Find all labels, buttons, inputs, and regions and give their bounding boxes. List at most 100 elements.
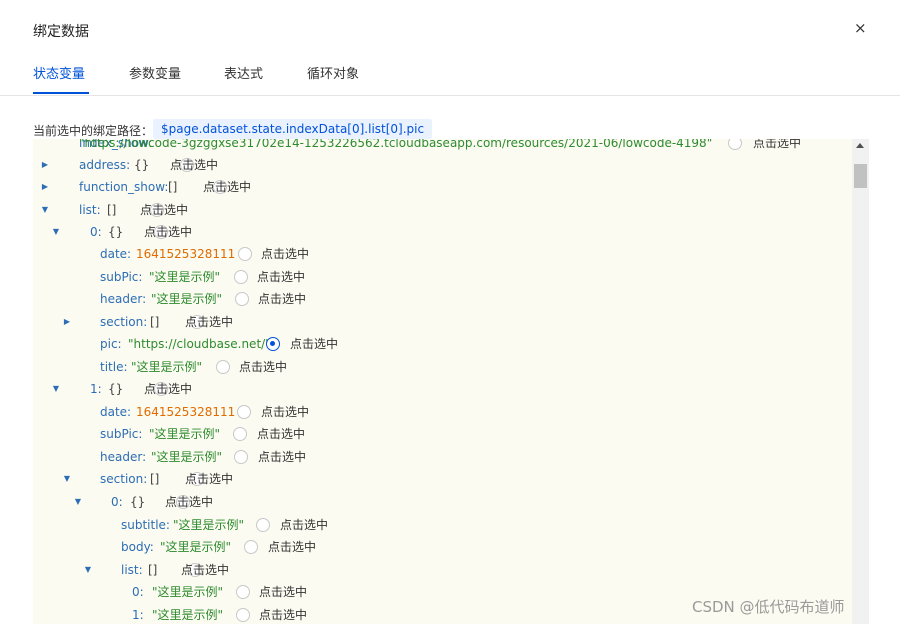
select-node-link[interactable]: 点击选中 bbox=[181, 560, 229, 580]
tree-node: subPic: "这里是示例" 点击选中 bbox=[33, 424, 852, 444]
tree-node: subPic: "这里是示例" 点击选中 bbox=[33, 267, 852, 287]
tab-state-variables[interactable]: 状态变量 bbox=[33, 63, 85, 82]
radio-icon[interactable] bbox=[233, 427, 247, 441]
select-node-link[interactable]: 点击选中 bbox=[239, 357, 287, 377]
active-tab-indicator bbox=[33, 92, 89, 94]
tree-node-value: {} bbox=[108, 225, 124, 239]
tree-node-key: list: bbox=[121, 563, 143, 577]
tree-node-key: title: bbox=[100, 360, 128, 374]
tree-node-value: [] bbox=[150, 472, 160, 486]
select-node-link[interactable]: 点击选中 bbox=[144, 222, 192, 242]
bind-data-dialog: 绑定数据 × 状态变量 参数变量 表达式 循环对象 当前选中的绑定路径： $pa… bbox=[0, 0, 900, 624]
tree-node: title: "这里是示例" 点击选中 bbox=[33, 357, 852, 377]
radio-icon[interactable] bbox=[234, 270, 248, 284]
close-icon[interactable]: × bbox=[854, 20, 867, 36]
tree-node-value: "这里是示例" bbox=[151, 450, 223, 464]
tree-node: ▶ address:{} 点击选中 bbox=[33, 155, 852, 175]
tree-node-value: "这里是示例" bbox=[149, 427, 221, 441]
tree-node-key: 1: bbox=[132, 608, 144, 622]
radio-icon[interactable] bbox=[234, 450, 248, 464]
tree-node-key: 0: bbox=[111, 495, 123, 509]
select-node-link[interactable]: 点击选中 bbox=[203, 177, 251, 197]
select-node-link[interactable]: 点击选中 bbox=[259, 605, 307, 624]
select-node-link[interactable]: 点击选中 bbox=[258, 447, 306, 467]
select-node-link[interactable]: 点击选中 bbox=[261, 402, 309, 422]
select-node-link[interactable]: 点击选中 bbox=[165, 492, 213, 512]
state-tree: index_show: "https://lowcode-3gzggxse3170… bbox=[33, 139, 852, 624]
select-node-link[interactable]: 点击选中 bbox=[268, 537, 316, 557]
tree-node: header: "这里是示例" 点击选中 bbox=[33, 447, 852, 467]
tree-node-value: "https://cloudbase.net/" bbox=[128, 337, 271, 351]
tree-node-key: body: bbox=[121, 540, 154, 554]
tree-node-value: [] bbox=[148, 563, 158, 577]
radio-icon[interactable] bbox=[238, 247, 252, 261]
tab-loop-object[interactable]: 循环对象 bbox=[307, 63, 359, 82]
tree-node-value: "这里是示例" bbox=[152, 608, 224, 622]
select-node-link[interactable]: 点击选中 bbox=[258, 289, 306, 309]
tree-node-key: section: bbox=[100, 315, 148, 329]
tab-bar: 状态变量 参数变量 表达式 循环对象 bbox=[0, 60, 900, 96]
tree-node-key: subPic: bbox=[100, 270, 143, 284]
tree-node: date: 1641525328111 点击选中 bbox=[33, 244, 852, 264]
scrollbar-thumb[interactable] bbox=[854, 164, 867, 188]
caret-down-icon[interactable]: ▼ bbox=[62, 469, 72, 489]
tab-expression[interactable]: 表达式 bbox=[224, 63, 263, 82]
radio-icon[interactable] bbox=[728, 139, 742, 150]
tree-node-key: 1: bbox=[90, 382, 102, 396]
vertical-scrollbar[interactable] bbox=[852, 139, 869, 624]
tree-node-value: "这里是示例" bbox=[173, 518, 245, 532]
caret-right-icon[interactable]: ▶ bbox=[62, 312, 72, 332]
tree-node-key: date: bbox=[100, 405, 132, 419]
radio-selected-icon[interactable] bbox=[266, 337, 280, 351]
tree-node: ▼ section:[] 点击选中 bbox=[33, 469, 852, 489]
watermark: CSDN @低代码布道师 bbox=[692, 598, 845, 616]
radio-icon[interactable] bbox=[236, 608, 250, 622]
radio-icon[interactable] bbox=[237, 405, 251, 419]
select-node-link[interactable]: 点击选中 bbox=[290, 334, 338, 354]
caret-down-icon[interactable]: ▼ bbox=[51, 222, 61, 242]
tab-param-variables[interactable]: 参数变量 bbox=[129, 63, 181, 82]
radio-icon[interactable] bbox=[256, 518, 270, 532]
select-node-link[interactable]: 点击选中 bbox=[140, 200, 188, 220]
tree-node-value: "https://lowcode-3gzggxse31702e14-125322… bbox=[79, 139, 713, 150]
tree-node: ▼ 0: {} 点击选中 bbox=[33, 492, 852, 512]
tree-node: header: "这里是示例" 点击选中 bbox=[33, 289, 852, 309]
select-node-link[interactable]: 点击选中 bbox=[144, 379, 192, 399]
tree-node-value: [] bbox=[150, 315, 160, 329]
tree-node-key: address: bbox=[79, 158, 131, 172]
radio-icon[interactable] bbox=[235, 292, 249, 306]
caret-down-icon[interactable]: ▼ bbox=[73, 492, 83, 512]
scroll-up-arrow-icon[interactable] bbox=[856, 143, 864, 148]
select-node-link[interactable]: 点击选中 bbox=[185, 312, 233, 332]
select-node-link[interactable]: 点击选中 bbox=[257, 424, 305, 444]
select-node-link[interactable]: 点击选中 bbox=[259, 582, 307, 602]
tree-node-key: subtitle: bbox=[121, 518, 170, 532]
dialog-title: 绑定数据 bbox=[33, 24, 89, 40]
tree-node-value: 1641525328111 bbox=[136, 405, 236, 419]
caret-down-icon[interactable]: ▼ bbox=[40, 200, 50, 220]
tree-node: pic: "https://cloudbase.net/" 点击选中 bbox=[33, 334, 852, 354]
select-node-link[interactable]: 点击选中 bbox=[261, 244, 309, 264]
radio-icon[interactable] bbox=[236, 585, 250, 599]
tree-node-key: date: bbox=[100, 247, 132, 261]
select-node-link[interactable]: 点击选中 bbox=[185, 469, 233, 489]
tree-node-value: "这里是示例" bbox=[149, 270, 221, 284]
select-node-link[interactable]: 点击选中 bbox=[170, 155, 218, 175]
caret-right-icon[interactable]: ▶ bbox=[40, 177, 50, 197]
tree-node-key: subPic: bbox=[100, 427, 143, 441]
tree-node-value: {} bbox=[130, 495, 146, 509]
caret-down-icon[interactable]: ▼ bbox=[83, 560, 93, 580]
tree-node-value: "这里是示例" bbox=[160, 540, 232, 554]
caret-down-icon[interactable]: ▼ bbox=[51, 379, 61, 399]
tree-node: body: "这里是示例" 点击选中 bbox=[33, 537, 852, 557]
select-node-link[interactable]: 点击选中 bbox=[280, 515, 328, 535]
select-node-link[interactable]: 点击选中 bbox=[753, 139, 801, 153]
radio-icon[interactable] bbox=[244, 540, 258, 554]
tree-node-key: function_show: bbox=[79, 180, 169, 194]
caret-right-icon[interactable]: ▶ bbox=[40, 155, 50, 175]
select-node-link[interactable]: 点击选中 bbox=[257, 267, 305, 287]
tree-node: ▼ 1: {} 点击选中 bbox=[33, 379, 852, 399]
radio-icon[interactable] bbox=[216, 360, 230, 374]
tree-node-key: 0: bbox=[90, 225, 102, 239]
tree-node-key: list: bbox=[79, 203, 101, 217]
